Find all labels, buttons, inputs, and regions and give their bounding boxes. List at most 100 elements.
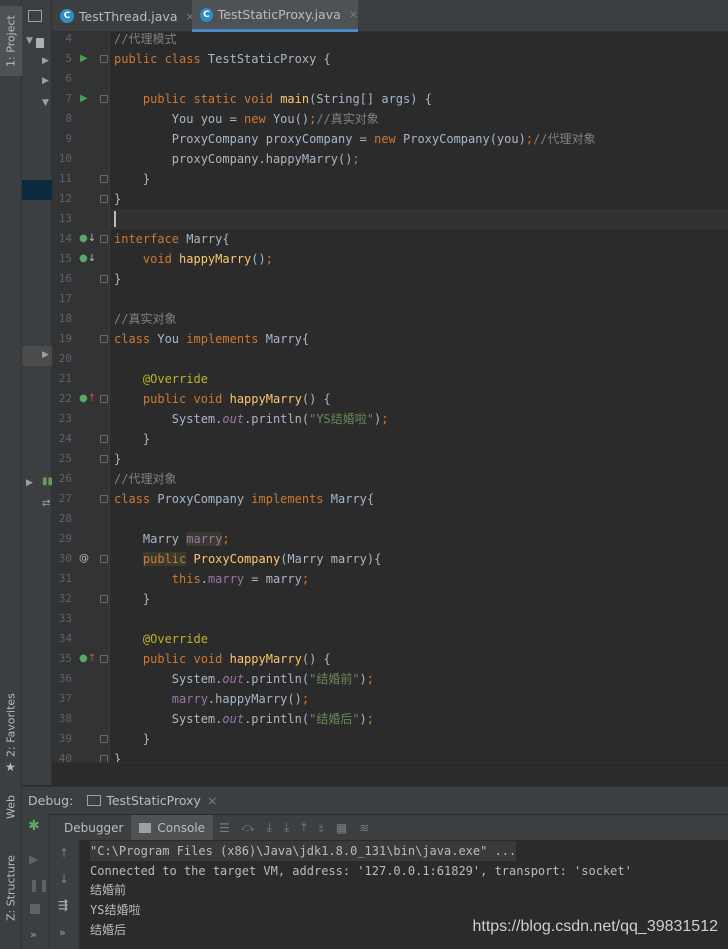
java-class-icon: C: [60, 9, 74, 23]
run-to-cursor-icon[interactable]: ⤈: [319, 820, 324, 835]
soft-wrap-icon[interactable]: ⇶: [58, 898, 68, 912]
down-arrow-icon[interactable]: ↓: [59, 872, 69, 886]
line-number: 10: [58, 152, 72, 165]
console-icon: [139, 822, 152, 833]
step-out-icon[interactable]: ⤒: [301, 820, 306, 835]
project-panel: ▼ ▶ ▶ ▼ ▶ ▶ ▮▮ ⇄: [22, 0, 53, 785]
overrides-gutter-icon[interactable]: ●↑: [79, 649, 96, 669]
line-number: 19: [58, 332, 72, 345]
evaluate-icon[interactable]: ▦: [336, 821, 347, 835]
line-number: 24: [58, 432, 72, 445]
fold-marker-icon[interactable]: [100, 335, 108, 343]
close-icon[interactable]: ×: [207, 793, 217, 808]
tree-collapse-icon[interactable]: ▶: [26, 478, 33, 488]
trace-icon[interactable]: ≋: [359, 821, 369, 835]
annotation-gutter-icon[interactable]: @: [79, 549, 89, 569]
tab-label: TestStaticProxy.java: [217, 7, 341, 22]
fold-marker-icon[interactable]: [100, 235, 108, 243]
project-tool-tab[interactable]: 1: Project: [0, 6, 22, 76]
editor-gutter[interactable]: 4 5 ▶ 6 7 ▶ 8 9 10 11 12 13 14 ●↓ 15 ●↓ 16 17 18 19 20 21 22 ●↑…: [52, 32, 110, 762]
force-step-into-icon[interactable]: ⤓: [284, 820, 289, 835]
code-line: }: [114, 172, 151, 186]
code-line: ProxyCompany proxyCompany = new ProxyCom…: [114, 132, 596, 146]
fold-marker-icon[interactable]: [100, 755, 108, 762]
fold-marker-icon[interactable]: [100, 495, 108, 503]
line-number: 7: [65, 92, 72, 105]
code-line: }: [114, 192, 122, 206]
debug-side-toolbar: ✱ ▶ ❚❚ »: [22, 814, 50, 949]
fold-marker-icon[interactable]: [100, 595, 108, 603]
implemented-gutter-icon[interactable]: ●↓: [79, 229, 96, 249]
fold-marker-icon[interactable]: [100, 435, 108, 443]
fold-marker-icon[interactable]: [100, 555, 108, 563]
close-icon[interactable]: ×: [349, 8, 358, 21]
tree-expand-icon[interactable]: ▼: [26, 36, 33, 46]
fold-marker-icon[interactable]: [100, 735, 108, 743]
editor-tab-bar: C TestThread.java × C TestStaticProxy.ja…: [52, 0, 728, 32]
resume-icon[interactable]: ▶: [29, 852, 38, 866]
fold-marker-icon[interactable]: [100, 175, 108, 183]
line-number: 29: [58, 532, 72, 545]
line-number: 33: [58, 612, 72, 625]
left-tool-strip: 1: Project 2: Favorites ★ Web Z: Structu…: [0, 0, 22, 949]
run-gutter-icon[interactable]: ▶: [80, 89, 88, 109]
fold-marker-icon[interactable]: [100, 655, 108, 663]
code-line: public class TestStaticProxy {: [114, 52, 331, 66]
favorites-tool-tab[interactable]: 2: Favorites: [0, 690, 22, 760]
line-number: 30: [58, 552, 72, 565]
fold-marker-icon[interactable]: [100, 55, 108, 63]
tree-collapse-icon[interactable]: ▶: [42, 76, 49, 86]
overrides-gutter-icon[interactable]: ●↑: [79, 389, 96, 409]
stop-icon[interactable]: [30, 904, 40, 914]
tab-debugger[interactable]: Debugger: [50, 815, 131, 841]
debug-label: Debug:: [28, 793, 74, 808]
tab-console[interactable]: Console: [131, 814, 214, 841]
more-icon[interactable]: »: [30, 928, 37, 941]
layout-icon[interactable]: ☰: [219, 821, 230, 835]
pause-icon[interactable]: ❚❚: [29, 878, 49, 892]
tab-teststaticproxy[interactable]: C TestStaticProxy.java ×: [192, 0, 358, 32]
scratch-icon: ⇄: [42, 498, 51, 509]
implemented-gutter-icon[interactable]: ●↓: [79, 249, 96, 269]
horizontal-scrollbar[interactable]: [52, 762, 728, 786]
tree-expand-icon[interactable]: ▼: [42, 98, 49, 108]
code-line: //代理对象: [114, 472, 177, 486]
code-line: }: [114, 452, 122, 466]
fold-marker-icon[interactable]: [100, 195, 108, 203]
fold-marker-icon[interactable]: [100, 95, 108, 103]
up-arrow-icon[interactable]: ↑: [59, 846, 69, 860]
step-into-icon[interactable]: ⤓: [267, 820, 272, 835]
code-line: public void happyMarry() {: [142, 392, 331, 406]
line-number: 25: [58, 452, 72, 465]
project-view-icon[interactable]: [28, 10, 42, 22]
code-line: //代理模式: [114, 32, 177, 46]
tab-testthread[interactable]: C TestThread.java ×: [52, 0, 195, 32]
line-number: 8: [65, 112, 72, 125]
tree-collapse-icon[interactable]: ▶: [42, 56, 49, 66]
line-number: 18: [58, 312, 72, 325]
debug-config-tab[interactable]: TestStaticProxy: [106, 793, 201, 808]
step-over-icon[interactable]: ⤼: [242, 820, 255, 835]
fold-marker-icon[interactable]: [100, 455, 108, 463]
fold-marker-icon[interactable]: [100, 275, 108, 283]
structure-tool-tab[interactable]: Z: Structure: [0, 848, 22, 928]
line-number: 14: [58, 232, 72, 245]
code-line: this.marry = marry;: [171, 572, 310, 586]
web-tool-tab[interactable]: Web: [0, 790, 22, 824]
tree-collapse-icon[interactable]: ▶: [42, 350, 49, 360]
selected-tree-row[interactable]: [22, 180, 52, 200]
code-line: Marry marry;: [114, 532, 230, 546]
console-line: Connected to the target VM, address: '12…: [90, 864, 632, 878]
fold-marker-icon[interactable]: [100, 395, 108, 403]
more-icon[interactable]: »: [59, 926, 66, 939]
tab-label: Debugger: [64, 820, 124, 835]
code-line: proxyCompany.happyMarry();: [114, 152, 360, 166]
debug-bug-icon[interactable]: ✱: [28, 818, 40, 834]
line-number: 38: [58, 712, 72, 725]
star-icon: ★: [5, 760, 16, 774]
code-line: }: [114, 592, 151, 606]
code-editor[interactable]: //代理模式 public class TestStaticProxy { pub…: [110, 32, 728, 762]
code-line: System.out.println("YS结婚啦");: [114, 412, 389, 426]
tab-label: TestThread.java: [79, 8, 178, 24]
run-gutter-icon[interactable]: ▶: [80, 49, 88, 69]
